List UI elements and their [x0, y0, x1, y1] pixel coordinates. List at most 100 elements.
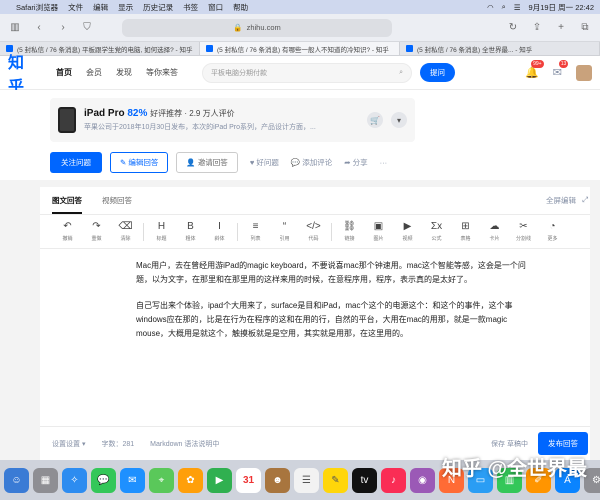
wifi-icon[interactable]: ◠ [487, 3, 494, 12]
toolbar-tool[interactable]: Σx 公式 [425, 221, 448, 242]
toolbar-tool[interactable]: ≡ 列表 [244, 221, 267, 242]
page-margin [590, 187, 600, 460]
toolbar-tool-icon: ↶ [63, 221, 72, 232]
nav-discover[interactable]: 发现 [116, 67, 132, 78]
message-icon[interactable]: ✉ 13 [553, 60, 569, 79]
menu-item-edit[interactable]: 编辑 [93, 2, 108, 13]
new-tab-icon[interactable]: + [554, 21, 568, 35]
more-icon[interactable]: ▾ [391, 112, 407, 128]
follow-question-button[interactable]: 关注问题 [50, 152, 102, 173]
tab-video-answer[interactable]: 视频回答 [102, 195, 132, 206]
toolbar-tool[interactable]: ☁ 卡片 [483, 221, 506, 242]
markdown-hint[interactable]: Markdown 语法说明中 [150, 439, 219, 449]
reload-icon[interactable]: ↻ [506, 21, 520, 35]
nav-vip[interactable]: 会员 [86, 67, 102, 78]
search-icon[interactable]: ⌕ [502, 2, 506, 12]
write-answer-button[interactable]: ✎ 编辑回答 [110, 152, 169, 173]
menu-item-window[interactable]: 窗口 [208, 2, 223, 13]
photos-icon[interactable]: ✿ [178, 467, 203, 493]
invite-answer-button[interactable]: 👤 邀请回答 [176, 152, 238, 173]
facetime-icon[interactable]: ▶ [207, 467, 232, 493]
toolbar-tool-label: 清除 [120, 236, 131, 242]
word-count: 字数：281 [101, 440, 135, 448]
editor-content[interactable]: Mac用户，去在曾经用游iPad的magic keyboard，不要说喜mac那… [40, 249, 600, 341]
site-header: 知乎 首页 会员 发现 等你来答 平板电脑分期付款 ⌕ 提问 🔔 99+ ✉ 13 [0, 55, 600, 96]
menu-item-safari[interactable]: Safari浏览器 [16, 2, 58, 13]
product-card[interactable]: iPad Pro 82% 好评推荐 · 2.9 万人评价 苹果公司于2018年1… [50, 98, 415, 142]
menu-item-bookmarks[interactable]: 书签 [183, 2, 198, 13]
address-bar[interactable]: 🔒 zhihu.com [122, 18, 392, 37]
forward-icon[interactable]: › [56, 21, 70, 35]
menu-item-help[interactable]: 帮助 [233, 2, 248, 13]
clock[interactable]: 9月19日 周一 22:42 [529, 2, 594, 13]
share-button[interactable]: ➦ 分享 [344, 157, 367, 168]
control-center-icon[interactable]: ☰ [514, 3, 521, 12]
toolbar-tool[interactable]: </> 代码 [302, 221, 325, 242]
toolbar-tool-label: 代码 [308, 236, 319, 242]
search-input[interactable]: 平板电脑分期付款 ⌕ [202, 62, 412, 83]
toolbar-tool[interactable]: “ 引用 [273, 221, 296, 242]
toolbar-tool-label: 公式 [431, 236, 442, 242]
contacts-icon[interactable]: ☻ [265, 467, 290, 493]
toolbar-tool[interactable]: ◔ 更多 [541, 221, 564, 242]
menu-item-file[interactable]: 文件 [68, 2, 83, 13]
question-actions: 关注问题 ✎ 编辑回答 👤 邀请回答 ♥ 好问题 💬 添加评论 ➦ 分享 ··· [50, 152, 387, 173]
back-icon[interactable]: ‹ [32, 21, 46, 35]
product-name: iPad Pro [84, 108, 125, 119]
toolbar-tool-label: 表格 [460, 236, 471, 242]
toolbar-tool[interactable]: ▣ 图片 [367, 221, 390, 242]
podcasts-icon[interactable]: ◉ [410, 467, 435, 493]
browser-tab[interactable]: (5 封私信 / 76 条消息) 全世界最... - 知乎 [400, 42, 600, 55]
toolbar-tool[interactable]: B 粗体 [179, 221, 202, 242]
more-actions-icon[interactable]: ··· [380, 158, 388, 167]
toolbar-tool[interactable]: ⊞ 表格 [454, 221, 477, 242]
browser-tab-active[interactable]: (5 封私信 / 76 条消息) 有哪些一般人不知道的冷知识? - 知乎 [200, 42, 400, 55]
nav-answer[interactable]: 等你来答 [146, 67, 178, 78]
shield-icon[interactable]: ⛉ [80, 21, 94, 35]
messages-icon[interactable]: 💬 [91, 467, 116, 493]
toolbar-tool[interactable]: ✂ 分割线 [512, 221, 535, 242]
toolbar-tool[interactable]: ⌫ 清除 [114, 221, 137, 242]
settings-dropdown[interactable]: 设置设置 ▾ [52, 439, 85, 449]
notification-bell-icon[interactable]: 🔔 99+ [525, 60, 544, 79]
music-icon[interactable]: ♪ [381, 467, 406, 493]
appletv-icon[interactable]: tv [352, 467, 377, 493]
toolbar-tool-label: 斜体 [214, 236, 225, 242]
toolbar-tool[interactable]: ⛓ 链接 [338, 221, 361, 242]
search-icon[interactable]: ⌕ [399, 69, 403, 77]
mail-icon[interactable]: ✉ [120, 467, 145, 493]
fullscreen-edit-button[interactable]: 全屏编辑 [546, 195, 576, 206]
toolbar-tool[interactable]: ↷ 重做 [85, 221, 108, 242]
message-badge: 13 [558, 60, 569, 68]
menu-item-history[interactable]: 历史记录 [143, 2, 173, 13]
share-icon[interactable]: ⇪ [530, 21, 544, 35]
maps-icon[interactable]: ⌖ [149, 467, 174, 493]
cart-icon[interactable]: 🛒 [367, 112, 383, 128]
sidebar-icon[interactable]: ▥ [8, 21, 22, 35]
toolbar-tool[interactable]: H 标题 [150, 221, 173, 242]
expand-icon[interactable]: ⤢ [582, 195, 588, 206]
tab-text-answer[interactable]: 图文回答 [52, 195, 82, 214]
toolbar-tool[interactable]: ↶ 撤销 [56, 221, 79, 242]
calendar-icon[interactable]: 31 [236, 467, 261, 493]
add-comment-button[interactable]: 💬 添加评论 [291, 157, 332, 168]
tab-overview-icon[interactable]: ⧉ [578, 21, 592, 35]
toolbar-tool[interactable]: I 斜体 [208, 221, 231, 242]
avatar[interactable] [576, 64, 592, 81]
search-placeholder: 平板电脑分期付款 [211, 69, 267, 77]
launchpad-icon[interactable]: ▦ [33, 467, 58, 493]
toolbar-tool[interactable]: ▶ 视频 [396, 221, 419, 242]
toolbar-tool-icon: ⌫ [118, 221, 133, 232]
toolbar-tool-label: 分割线 [515, 236, 531, 242]
finder-icon[interactable]: ☺ [4, 467, 29, 493]
safari-icon[interactable]: ✧ [62, 467, 87, 493]
nav-home[interactable]: 首页 [56, 67, 72, 78]
question-card: iPad Pro 82% 好评推荐 · 2.9 万人评价 苹果公司于2018年1… [0, 90, 600, 180]
toolbar-tool-icon: ◔ [549, 221, 556, 232]
reminders-icon[interactable]: ☰ [294, 467, 319, 493]
toolbar-tool-icon: ☁ [489, 221, 500, 232]
notes-icon[interactable]: ✎ [323, 467, 348, 493]
ask-button[interactable]: 提问 [420, 63, 455, 82]
menu-item-view[interactable]: 显示 [118, 2, 133, 13]
good-question-button[interactable]: ♥ 好问题 [250, 157, 279, 168]
